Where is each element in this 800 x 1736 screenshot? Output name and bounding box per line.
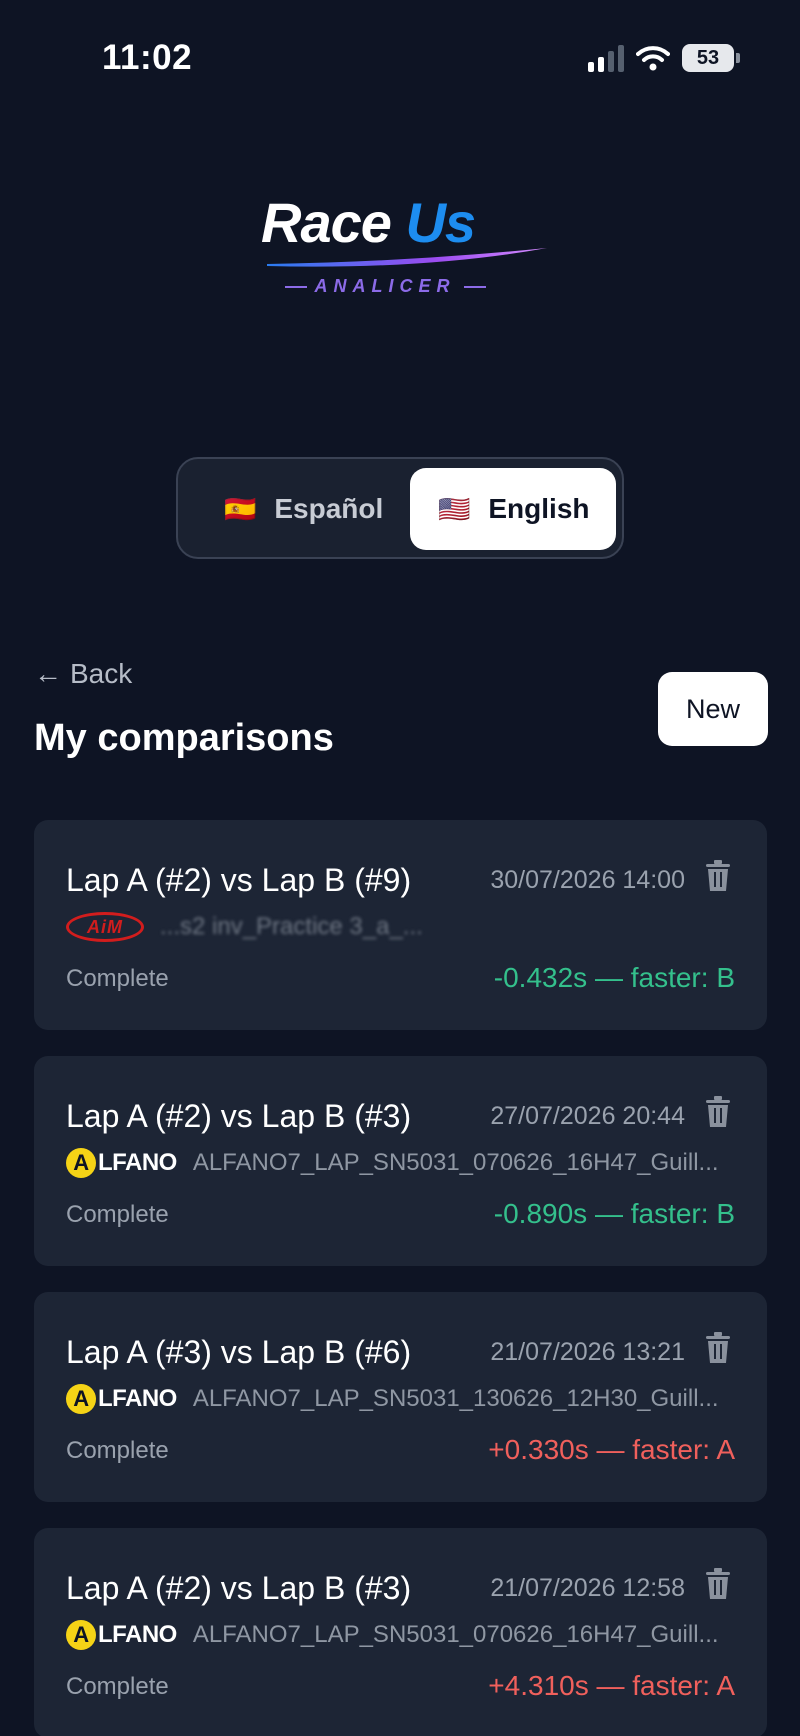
back-link[interactable]: ← Back (34, 658, 132, 690)
comparison-result: -0.432s — faster: B (493, 962, 735, 993)
logo-subtitle: ANALICER (255, 276, 515, 297)
file-row: A LFANO ALFANO7_LAP_SN5031_070626_16H47_G… (66, 1148, 731, 1178)
comparison-result: +0.330s — faster: A (488, 1434, 735, 1465)
status-indicators: 53 (588, 44, 740, 72)
comparison-status: Complete (66, 1673, 169, 1700)
app-screen: 11:02 53 Race Us ANALICER 🇪🇸 Español 🇺🇸 … (0, 0, 800, 1736)
comparison-title: Lap A (#3) vs Lap B (#6) (66, 1334, 412, 1370)
file-name: ...s2 inv_Practice 3_a_... (160, 913, 423, 940)
file-row: AiM ...s2 inv_Practice 3_a_... (66, 912, 731, 942)
battery-icon: 53 (682, 44, 740, 72)
comparison-status: Complete (66, 1201, 169, 1228)
file-row: A LFANO ALFANO7_LAP_SN5031_070626_16H47_G… (66, 1620, 731, 1650)
comparison-card[interactable]: Lap A (#2) vs Lap B (#3) 21/07/2026 12:5… (34, 1528, 767, 1736)
back-label: Back (70, 658, 133, 689)
aim-logo-icon: AiM (66, 912, 144, 942)
alfano-logo-icon: A LFANO (66, 1384, 177, 1414)
comparison-date: 30/07/2026 14:00 (490, 866, 685, 894)
language-label: English (488, 493, 590, 524)
comparison-title: Lap A (#2) vs Lap B (#3) (66, 1098, 412, 1134)
comparison-date: 21/07/2026 13:21 (490, 1338, 685, 1366)
comparison-card[interactable]: Lap A (#2) vs Lap B (#3) 27/07/2026 20:4… (34, 1056, 767, 1266)
language-option-english[interactable]: 🇺🇸 English (410, 468, 616, 550)
comparison-status: Complete (66, 965, 169, 992)
trash-icon[interactable] (705, 860, 731, 892)
language-toggle: 🇪🇸 Español 🇺🇸 English (176, 457, 624, 559)
spain-flag-icon: 🇪🇸 (224, 493, 257, 524)
wifi-icon (636, 46, 670, 71)
comparison-list: Lap A (#2) vs Lap B (#9) 30/07/2026 14:0… (34, 820, 767, 1736)
file-name: ALFANO7_LAP_SN5031_130626_12H30_Guill... (192, 1385, 719, 1412)
comparison-result: +4.310s — faster: A (488, 1670, 735, 1701)
comparison-card[interactable]: Lap A (#3) vs Lap B (#6) 21/07/2026 13:2… (34, 1292, 767, 1502)
trash-icon[interactable] (705, 1096, 731, 1128)
comparison-date: 21/07/2026 12:58 (490, 1574, 685, 1602)
file-name: ALFANO7_LAP_SN5031_070626_16H47_Guill... (192, 1621, 719, 1648)
alfano-logo-icon: A LFANO (66, 1148, 177, 1178)
cellular-signal-icon (588, 44, 624, 72)
logo-swoosh-icon (267, 248, 547, 267)
comparison-title: Lap A (#2) vs Lap B (#3) (66, 1570, 412, 1606)
comparison-date: 27/07/2026 20:44 (490, 1102, 685, 1130)
language-option-spanish[interactable]: 🇪🇸 Español (188, 468, 396, 550)
app-logo: Race Us ANALICER (255, 190, 555, 310)
page-title: My comparisons (34, 717, 334, 759)
trash-icon[interactable] (705, 1568, 731, 1600)
comparison-card[interactable]: Lap A (#2) vs Lap B (#9) 30/07/2026 14:0… (34, 820, 767, 1030)
new-comparison-button[interactable]: New (658, 672, 768, 746)
status-time: 11:02 (102, 38, 193, 77)
language-label: Español (274, 493, 384, 524)
file-row: A LFANO ALFANO7_LAP_SN5031_130626_12H30_G… (66, 1384, 731, 1414)
arrow-left-icon: ← (34, 658, 62, 689)
file-name: ALFANO7_LAP_SN5031_070626_16H47_Guill... (192, 1149, 719, 1176)
comparison-result: -0.890s — faster: B (493, 1198, 735, 1229)
trash-icon[interactable] (705, 1332, 731, 1364)
us-flag-icon: 🇺🇸 (438, 493, 471, 524)
comparison-title: Lap A (#2) vs Lap B (#9) (66, 862, 412, 898)
alfano-logo-icon: A LFANO (66, 1620, 177, 1650)
comparison-status: Complete (66, 1437, 169, 1464)
